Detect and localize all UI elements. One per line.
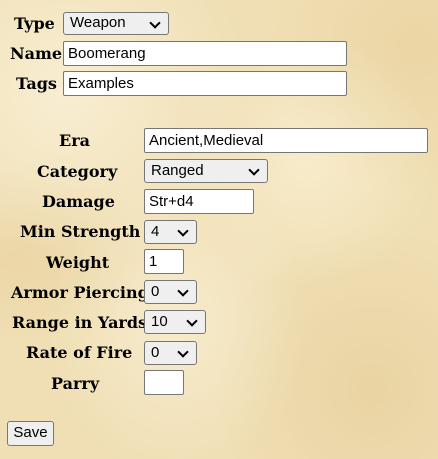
era-field[interactable]: Ancient,Medieval bbox=[144, 128, 428, 153]
rate-of-fire-select-value: 0 bbox=[151, 344, 160, 361]
min-strength-select-value: 4 bbox=[151, 223, 160, 240]
era-label: Era bbox=[59, 131, 90, 150]
chevron-down-icon bbox=[186, 315, 198, 327]
range-select-value: 10 bbox=[151, 313, 168, 330]
name-label: Name bbox=[10, 44, 63, 63]
type-label: Type bbox=[14, 14, 55, 33]
category-select-value: Ranged bbox=[151, 162, 204, 179]
rate-of-fire-select[interactable]: 0 bbox=[144, 341, 197, 365]
parry-field[interactable] bbox=[144, 370, 184, 395]
type-select[interactable]: Weapon bbox=[63, 12, 169, 35]
damage-field[interactable]: Str+d4 bbox=[144, 189, 254, 214]
min-strength-label: Min Strength bbox=[20, 222, 141, 241]
range-label: Range in Yards bbox=[12, 313, 148, 332]
range-select[interactable]: 10 bbox=[144, 310, 206, 334]
min-strength-select[interactable]: 4 bbox=[144, 220, 197, 244]
category-select[interactable]: Ranged bbox=[144, 159, 268, 183]
armor-piercing-select-value: 0 bbox=[151, 283, 160, 300]
save-button[interactable]: Save bbox=[7, 421, 54, 446]
weight-label: Weight bbox=[46, 253, 110, 272]
weight-field[interactable]: 1 bbox=[144, 249, 184, 274]
category-label: Category bbox=[37, 162, 118, 181]
parry-label: Parry bbox=[51, 374, 100, 393]
rate-of-fire-label: Rate of Fire bbox=[26, 343, 133, 362]
type-select-value: Weapon bbox=[70, 14, 126, 31]
armor-piercing-label: Armor Piercing bbox=[11, 283, 149, 302]
chevron-down-icon bbox=[177, 285, 189, 297]
chevron-down-icon bbox=[248, 164, 260, 176]
chevron-down-icon bbox=[177, 225, 189, 237]
name-field[interactable]: Boomerang bbox=[63, 41, 347, 66]
chevron-down-icon bbox=[177, 346, 189, 358]
damage-label: Damage bbox=[42, 192, 115, 211]
chevron-down-icon bbox=[149, 17, 161, 29]
tags-label: Tags bbox=[16, 74, 57, 93]
armor-piercing-select[interactable]: 0 bbox=[144, 280, 197, 304]
tags-field[interactable]: Examples bbox=[63, 71, 347, 96]
